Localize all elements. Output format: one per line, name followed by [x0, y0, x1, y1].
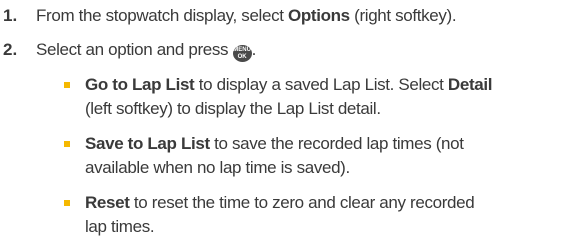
step-text: From the stopwatch display, select Optio… — [36, 4, 457, 28]
step-number: 2. — [3, 40, 18, 59]
option-name: Go to Lap List — [85, 75, 195, 94]
options-softkey-label: Options — [288, 6, 350, 25]
option-text: Go to Lap List to display a saved Lap Li… — [85, 73, 582, 121]
option-desc-line1: to reset the time to zero and clear any … — [129, 193, 475, 212]
detail-softkey-label: Detail — [447, 75, 493, 94]
key-top-label: MENU — [233, 47, 251, 53]
menu-ok-key-icon: MENU OK — [232, 45, 252, 62]
step-text: Select an option and press MENU OK. — [36, 38, 256, 62]
option-name: Reset — [85, 193, 130, 212]
step-number: 1. — [3, 6, 18, 25]
instruction-page: 1. From the stopwatch display, select Op… — [0, 0, 582, 252]
bullet-icon — [64, 200, 70, 206]
option-desc-line2: (left softkey) to display the Lap List d… — [85, 99, 381, 118]
option-text: Reset to reset the time to zero and clea… — [85, 191, 582, 239]
step-text-prefix: Select an option and press — [36, 40, 233, 59]
option-desc-line2: lap times. — [85, 217, 155, 236]
bullet-icon — [64, 82, 70, 88]
option-name: Save to Lap List — [85, 134, 210, 153]
option-desc-line1: to display a saved Lap List. Select — [194, 75, 448, 94]
step-text-suffix: (right softkey). — [349, 6, 457, 25]
option-desc-line2: available when no lap time is saved). — [85, 158, 350, 177]
option-desc-line1: to save the recorded lap times (not — [209, 134, 464, 153]
step-text-prefix: From the stopwatch display, select — [36, 6, 288, 25]
key-bottom-label: OK — [237, 54, 247, 60]
step-text-suffix: . — [251, 40, 257, 59]
option-text: Save to Lap List to save the recorded la… — [85, 132, 582, 180]
bullet-icon — [64, 141, 70, 147]
